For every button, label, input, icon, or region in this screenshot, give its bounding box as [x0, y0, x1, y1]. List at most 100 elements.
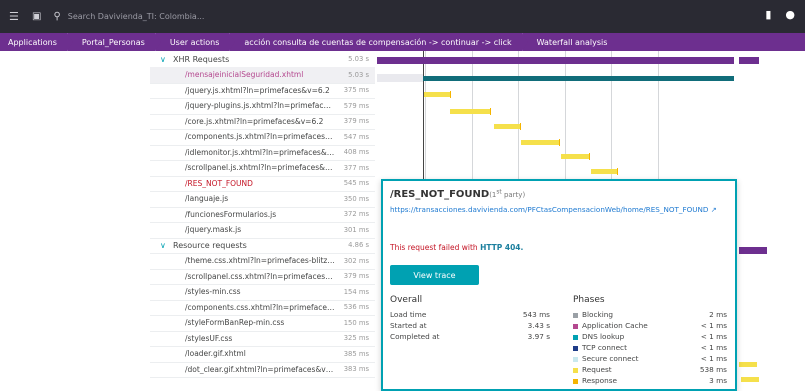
hamburger-menu-icon[interactable]: ☰ — [9, 10, 23, 23]
phase-label: Response — [582, 376, 618, 385]
request-duration: 579 ms — [343, 101, 369, 110]
request-row[interactable]: /languaje.js 350 ms — [150, 191, 375, 208]
group-row[interactable]: ∨ Resource requests 4.86 s — [150, 237, 375, 254]
overall-label: Started at — [390, 321, 427, 330]
phase-line: TCP connect < 1 ms — [573, 343, 727, 352]
request-name: /jquery-plugins.js.xhtml?ln=primefaces&.… — [185, 101, 335, 110]
request-row[interactable]: /RES_NOT_FOUND 545 ms — [150, 175, 375, 192]
breadcrumb-user-action[interactable]: acción consulta de cuentas de compensaci… — [230, 33, 528, 51]
bar-scrollpanel[interactable] — [591, 169, 617, 174]
request-duration: 4.86 s — [348, 241, 369, 249]
external-link-icon: ↗ — [710, 205, 717, 214]
request-row[interactable]: /mensajeinicialSeguridad.xhtml 5.03 s — [150, 66, 375, 84]
request-duration: 379 ms — [343, 117, 369, 125]
request-row[interactable]: /theme.css.xhtml?ln=primefaces-blitzer 30… — [150, 253, 375, 270]
search-box[interactable]: ⚲ Search Davivienda_TI: Colombia... — [53, 11, 204, 22]
request-row[interactable]: /components.js.xhtml?ln=primefaces&v=...… — [150, 129, 375, 146]
bar-jquery[interactable] — [424, 92, 450, 97]
request-row[interactable]: /dot_clear.gif.xhtml?ln=primefaces&v=6.2… — [150, 361, 375, 378]
search-icon: ⚲ — [53, 11, 61, 22]
request-duration: 5.03 s — [348, 70, 369, 79]
request-row[interactable]: /core.js.xhtml?ln=primefaces&v=6.2 379 ms — [150, 113, 375, 130]
bar-scrollpanel-response — [617, 168, 618, 175]
bar-mensajeinicial-blocking — [377, 74, 423, 82]
phase-line: Response 3 ms — [573, 376, 727, 385]
request-name: XHR Requests — [173, 54, 230, 64]
request-url-link[interactable]: https://transacciones.davivienda.com/PFC… — [390, 205, 730, 215]
error-message: This request failed with HTTP 404. — [390, 243, 524, 252]
phase-label: DNS lookup — [582, 332, 625, 341]
bar-jquery-response — [450, 91, 451, 98]
bar-xhr-requests-tail — [739, 57, 759, 64]
environment-icon[interactable]: ▣ — [32, 11, 41, 22]
request-row[interactable]: /styles-min.css 154 ms — [150, 284, 375, 301]
request-row[interactable]: /funcionesFormularios.js 372 ms — [150, 206, 375, 223]
overall-line: Load time 543 ms — [390, 310, 550, 319]
chevron-down-icon[interactable]: ∨ — [160, 55, 166, 64]
group-row[interactable]: ∨ XHR Requests 5.03 s — [150, 51, 375, 68]
request-name: /loader.gif.xhtml — [185, 349, 246, 358]
phase-color-swatch — [573, 378, 578, 384]
request-duration: 545 ms — [343, 179, 369, 187]
overall-value: 3.43 s — [527, 321, 550, 330]
phase-line: Application Cache < 1 ms — [573, 321, 727, 330]
overall-line: Started at 3.43 s — [390, 321, 550, 330]
request-row[interactable]: /loader.gif.xhtml 385 ms — [150, 346, 375, 363]
overall-line: Completed at 3.97 s — [390, 332, 550, 341]
request-row[interactable]: /scrollpanel.css.xhtml?ln=primefaces&v=.… — [150, 268, 375, 285]
search-placeholder: Search Davivienda_TI: Colombia... — [67, 12, 205, 21]
request-name: /RES_NOT_FOUND — [185, 178, 253, 188]
request-row[interactable]: /scrollpanel.js.xhtml?ln=primefaces&v=6.… — [150, 160, 375, 177]
request-name: /stylesUF.css — [185, 333, 233, 343]
request-row[interactable]: /styleFormBanRep-min.css 150 ms — [150, 315, 375, 332]
phase-line: Secure connect < 1 ms — [573, 354, 727, 363]
bar-loader-gif[interactable] — [739, 362, 757, 367]
phase-value: < 1 ms — [700, 354, 727, 363]
bar-jquery-plugins[interactable] — [450, 109, 490, 114]
request-name: /scrollpanel.css.xhtml?ln=primefaces&v=.… — [185, 271, 335, 281]
request-duration: 375 ms — [343, 86, 369, 94]
breadcrumb-portal-personas[interactable]: Portal_Personas — [68, 33, 161, 51]
phase-label: Application Cache — [582, 321, 648, 330]
view-trace-button[interactable]: View trace — [390, 265, 479, 285]
request-duration: 372 ms — [343, 210, 369, 218]
phase-line: Request 538 ms — [573, 365, 727, 374]
request-row[interactable]: /jquery.js.xhtml?ln=primefaces&v=6.2 375 … — [150, 82, 375, 99]
bar-components-js[interactable] — [521, 140, 559, 145]
request-row[interactable]: /jquery-plugins.js.xhtml?ln=primefaces&.… — [150, 98, 375, 115]
request-name: /jquery.mask.js — [185, 225, 242, 234]
phase-value: < 1 ms — [700, 332, 727, 341]
bar-resource-requests[interactable] — [739, 247, 767, 254]
request-row[interactable]: /stylesUF.css 325 ms — [150, 330, 375, 347]
request-details-tooltip: /RES_NOT_FOUND(1st party) https://transa… — [381, 179, 737, 391]
bar-core[interactable] — [494, 124, 520, 129]
request-row[interactable]: /jquery.mask.js 301 ms — [150, 222, 375, 239]
phase-color-swatch — [573, 334, 578, 340]
request-name: /core.js.xhtml?ln=primefaces&v=6.2 — [185, 116, 324, 126]
overall-heading: Overall — [390, 295, 423, 305]
request-row[interactable]: /idlemonitor.js.xhtml?ln=primefaces&v=..… — [150, 144, 375, 161]
request-name: /theme.css.xhtml?ln=primefaces-blitzer — [185, 256, 335, 265]
request-name: /dot_clear.gif.xhtml?ln=primefaces&v=6.2 — [185, 364, 335, 374]
breadcrumb-waterfall-analysis: Waterfall analysis — [536, 37, 608, 47]
request-name: /idlemonitor.js.xhtml?ln=primefaces&v=..… — [185, 147, 335, 157]
request-duration: 301 ms — [343, 225, 369, 234]
phase-value: < 1 ms — [700, 321, 727, 330]
phase-label: Request — [582, 365, 612, 374]
breadcrumb-applications[interactable]: Applications — [0, 33, 73, 51]
request-name: /scrollpanel.js.xhtml?ln=primefaces&v=6.… — [185, 163, 335, 172]
bar-xhr-requests[interactable] — [377, 57, 734, 64]
request-row[interactable]: /components.css.xhtml?ln=primefaces&v...… — [150, 299, 375, 316]
request-name: /mensajeinicialSeguridad.xhtml — [185, 70, 304, 79]
chat-icon[interactable]: ▮ — [765, 8, 771, 21]
phase-color-swatch — [573, 323, 578, 329]
request-duration: 150 ms — [343, 318, 369, 327]
bar-mensajeinicial[interactable] — [423, 76, 734, 81]
breadcrumb-user-actions[interactable]: User actions — [156, 33, 235, 51]
bar-idlemonitor[interactable] — [561, 154, 589, 159]
overall-label: Completed at — [390, 332, 440, 341]
phase-label: Blocking — [582, 310, 614, 319]
bar-dot-clear-gif[interactable] — [741, 377, 759, 382]
chevron-down-icon[interactable]: ∨ — [160, 241, 166, 250]
user-icon[interactable]: ● — [785, 8, 795, 21]
